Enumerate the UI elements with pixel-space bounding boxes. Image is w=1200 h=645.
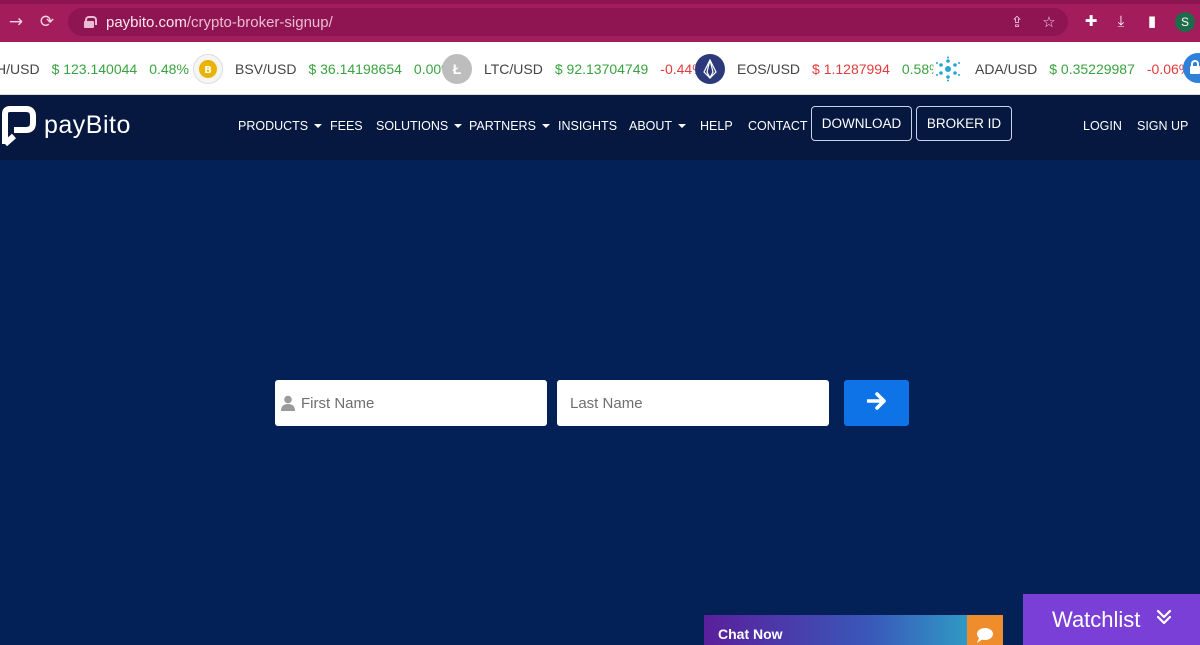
site-header: payBito PRODUCTS FEES SOLUTIONS PARTNERS…: [0, 95, 1200, 160]
nav-products[interactable]: PRODUCTS: [238, 119, 323, 133]
broker-id-button[interactable]: BROKER ID: [916, 106, 1012, 141]
ticker-change: 0.48%: [149, 60, 189, 77]
nav-label: SIGN UP: [1137, 119, 1189, 133]
download-icon[interactable]: ⤓: [1112, 12, 1130, 30]
last-name-input[interactable]: [557, 380, 829, 426]
share-icon[interactable]: ⇪: [1008, 13, 1026, 31]
nav-label: FEES: [330, 119, 363, 133]
nav-fees[interactable]: FEES: [330, 119, 363, 133]
caret-down-icon: [678, 124, 687, 128]
forward-icon[interactable]: →: [6, 12, 26, 32]
svg-text:B: B: [204, 65, 212, 76]
chat-bubble-icon[interactable]: [967, 615, 1003, 645]
extensions-puzzle-icon[interactable]: ✚: [1082, 12, 1100, 30]
download-button[interactable]: DOWNLOAD: [811, 106, 912, 141]
nav-help[interactable]: HELP: [700, 119, 733, 133]
cardano-icon: [933, 53, 963, 84]
ticker-price: $ 36.14198654: [308, 60, 402, 77]
nav-partners[interactable]: PARTNERS: [469, 119, 550, 133]
profile-avatar[interactable]: S: [1175, 12, 1195, 32]
ticker-pair: ADA/USD: [975, 60, 1038, 77]
eos-icon: [695, 53, 725, 84]
nav-contact[interactable]: CONTACT: [748, 119, 808, 133]
submit-button[interactable]: [844, 380, 909, 426]
watchlist-label: Watchlist: [1052, 607, 1141, 632]
paybito-logo-text: payBito: [44, 110, 131, 139]
bookmark-star-icon[interactable]: ☆: [1040, 13, 1058, 31]
litecoin-icon: Ł: [442, 53, 472, 84]
ticker-pair: EOS/USD: [737, 60, 801, 77]
ticker-item[interactable]: H/USD $ 123.140044 0.48%: [0, 42, 189, 94]
nav-label: LOGIN: [1083, 119, 1122, 133]
url-domain: paybito.com: [106, 13, 187, 31]
watchlist-widget[interactable]: Watchlist: [1023, 594, 1200, 645]
side-panel-icon[interactable]: ▮: [1143, 12, 1161, 30]
ticker-price: $ 123.140044: [51, 60, 138, 77]
ticker-item[interactable]: EOS/USD $ 1.1287994 0.58%: [695, 42, 942, 94]
url-path: /crypto-broker-signup/: [186, 13, 333, 31]
user-icon: [281, 395, 295, 411]
chat-now-label: Chat Now: [718, 626, 783, 642]
paybito-logo[interactable]: payBito: [2, 106, 131, 147]
lock-icon: [84, 16, 97, 28]
ticker-item[interactable]: ADA/USD $ 0.35229987 -0.06%: [933, 42, 1191, 94]
chat-now-widget[interactable]: Chat Now: [704, 615, 1003, 645]
ticker-item[interactable]: Ł LTC/USD $ 92.13704749 -0.44%: [442, 42, 705, 94]
last-name-field[interactable]: [557, 380, 829, 426]
price-ticker: H/USD $ 123.140044 0.48% B BSV/USD $ 36.…: [0, 42, 1200, 95]
caret-down-icon: [454, 124, 463, 128]
arrow-right-icon: [865, 391, 887, 415]
bsv-coin-icon: B: [193, 53, 223, 84]
first-name-field[interactable]: [275, 380, 547, 426]
address-bar[interactable]: paybito.com/crypto-broker-signup/ ⇪ ☆: [68, 8, 1068, 36]
ticker-item[interactable]: B BSV/USD $ 36.14198654 0.00%: [193, 42, 454, 94]
ticker-pair: LTC/USD: [484, 60, 543, 77]
login-link[interactable]: LOGIN: [1083, 119, 1122, 133]
caret-down-icon: [541, 124, 550, 128]
double-chevron-down-icon[interactable]: [1155, 608, 1173, 626]
ticker-price: $ 92.13704749: [554, 60, 649, 77]
nav-solutions[interactable]: SOLUTIONS: [376, 119, 463, 133]
signup-link[interactable]: SIGN UP: [1137, 119, 1188, 133]
tab-strip: [0, 0, 1200, 4]
reload-icon[interactable]: ⟳: [37, 12, 57, 32]
nav-insights[interactable]: INSIGHTS: [558, 119, 617, 133]
ticker-pair: H/USD: [0, 60, 40, 77]
nav-label: INSIGHTS: [558, 119, 618, 133]
ticker-price: $ 1.1287994: [812, 60, 890, 77]
browser-toolbar: → ⟳ paybito.com/crypto-broker-signup/ ⇪ …: [0, 0, 1200, 42]
nav-label: HELP: [700, 119, 733, 133]
paybito-logo-mark-icon: [2, 106, 36, 147]
nav-label: PARTNERS: [469, 119, 536, 133]
caret-down-icon: [314, 124, 323, 128]
ticker-pair: BSV/USD: [235, 60, 297, 77]
nav-label: PRODUCTS: [238, 119, 309, 133]
url-text[interactable]: paybito.com/crypto-broker-signup/: [106, 14, 333, 31]
nav-label: SOLUTIONS: [376, 119, 449, 133]
ticker-price: $ 0.35229987: [1049, 60, 1135, 77]
nav-label: ABOUT: [629, 119, 673, 133]
first-name-input[interactable]: [275, 380, 547, 426]
nav-label: CONTACT: [748, 119, 808, 133]
nav-about[interactable]: ABOUT: [629, 119, 687, 133]
